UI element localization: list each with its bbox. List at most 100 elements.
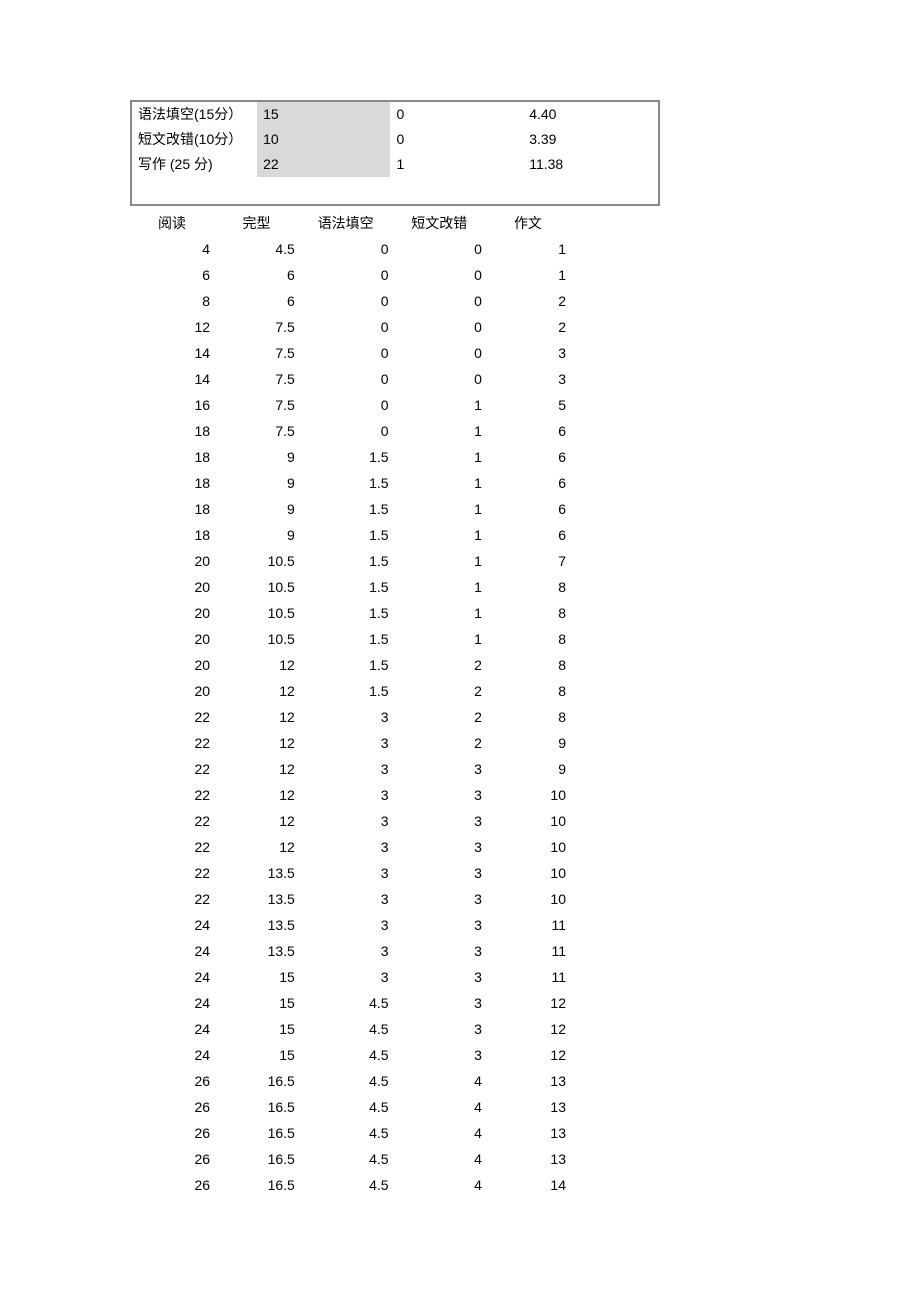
table-cell: 11 [486,938,570,964]
table-row: 86002 [130,288,570,314]
table-cell: 18 [130,444,214,470]
table-row: 187.5016 [130,418,570,444]
table-cell: 10.5 [214,574,299,600]
table-cell: 3 [299,808,393,834]
table-cell: 14 [486,1172,570,1198]
table-row: 24154.5312 [130,1016,570,1042]
table-cell: 3 [299,912,393,938]
table-cell: 12 [214,678,299,704]
table-cell: 15 [214,990,299,1016]
table-cell: 3 [393,860,486,886]
table-cell: 3 [393,990,486,1016]
table-cell: 24 [130,990,214,1016]
table-cell: 7.5 [214,418,299,444]
table-row: 2010.51.518 [130,600,570,626]
table-row: 2010.51.518 [130,626,570,652]
table-cell: 13.5 [214,886,299,912]
table-cell: 4.5 [299,1146,393,1172]
table-row: 24154.5312 [130,990,570,1016]
summary-min: 1 [390,152,523,177]
table-cell: 0 [393,288,486,314]
table-row: 66001 [130,262,570,288]
table-cell: 26 [130,1172,214,1198]
table-row: 1891.516 [130,496,570,522]
table-cell: 3 [393,834,486,860]
table-cell: 9 [486,756,570,782]
table-cell: 1.5 [299,496,393,522]
summary-row: 语法填空(15分） 15 0 4.40 [132,102,658,127]
table-cell: 1 [486,236,570,262]
table-row: 127.5002 [130,314,570,340]
table-cell: 1.5 [299,444,393,470]
table-cell: 0 [299,340,393,366]
table-cell: 15 [214,1016,299,1042]
page: 语法填空(15分） 15 0 4.40 短文改错(10分） 10 0 3.39 … [0,0,920,1238]
table-cell: 0 [393,314,486,340]
table-cell: 16 [130,392,214,418]
table-cell: 12 [214,834,299,860]
table-cell: 20 [130,574,214,600]
table-cell: 13.5 [214,938,299,964]
table-row: 2212339 [130,756,570,782]
table-cell: 4 [393,1146,486,1172]
table-cell: 3 [299,756,393,782]
table-row: 2212329 [130,730,570,756]
table-cell: 0 [299,262,393,288]
table-cell: 4 [393,1094,486,1120]
table-cell: 1 [393,496,486,522]
table-cell: 16.5 [214,1146,299,1172]
table-cell: 13 [486,1094,570,1120]
table-cell: 4.5 [299,1016,393,1042]
summary-max: 22 [257,152,390,177]
table-cell: 0 [299,392,393,418]
table-cell: 3 [299,964,393,990]
summary-max: 15 [257,102,390,127]
table-row: 24153311 [130,964,570,990]
table-cell: 1 [393,444,486,470]
table-cell: 3 [393,756,486,782]
table-cell: 1 [393,522,486,548]
table-cell: 1 [393,392,486,418]
table-cell: 12 [214,704,299,730]
table-cell: 10.5 [214,548,299,574]
table-cell: 6 [486,444,570,470]
table-row: 20121.528 [130,678,570,704]
table-row: 2616.54.5413 [130,1068,570,1094]
table-row: 2413.53311 [130,912,570,938]
data-header-row: 阅读 完型 语法填空 短文改错 作文 [130,210,570,236]
table-cell: 15 [214,1042,299,1068]
table-cell: 1.5 [299,574,393,600]
table-cell: 3 [393,886,486,912]
table-cell: 6 [214,288,299,314]
table-cell: 12 [486,1016,570,1042]
table-cell: 14 [130,366,214,392]
table-cell: 3 [299,834,393,860]
table-cell: 9 [214,522,299,548]
table-cell: 2 [393,704,486,730]
table-cell: 0 [299,236,393,262]
table-cell: 4 [393,1068,486,1094]
table-cell: 22 [130,834,214,860]
table-cell: 10 [486,808,570,834]
table-cell: 10 [486,782,570,808]
table-cell: 3 [486,366,570,392]
table-cell: 18 [130,496,214,522]
table-cell: 0 [299,288,393,314]
table-cell: 3 [486,340,570,366]
table-cell: 2 [486,288,570,314]
table-cell: 3 [393,808,486,834]
table-cell: 8 [130,288,214,314]
table-cell: 1 [486,262,570,288]
table-cell: 22 [130,704,214,730]
header-writing: 作文 [486,210,570,236]
table-cell: 6 [486,418,570,444]
summary-avg: 3.39 [523,127,658,152]
table-cell: 0 [393,236,486,262]
table-cell: 15 [214,964,299,990]
table-cell: 1.5 [299,522,393,548]
table-cell: 13 [486,1146,570,1172]
table-cell: 9 [214,444,299,470]
table-cell: 1.5 [299,652,393,678]
table-row: 1891.516 [130,470,570,496]
table-cell: 4 [393,1120,486,1146]
